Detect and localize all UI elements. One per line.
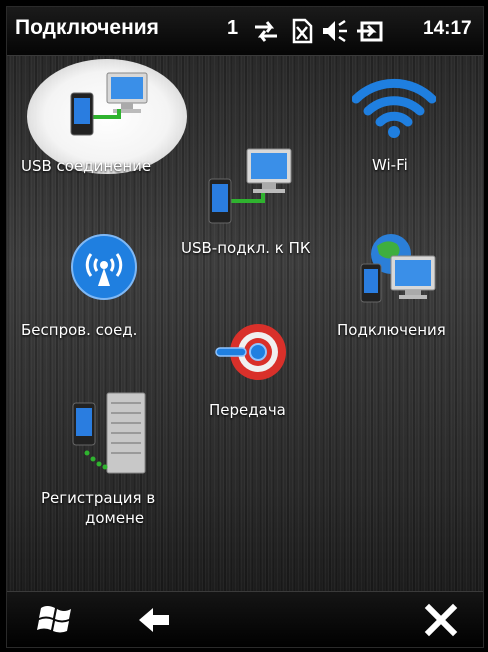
usb-connection-icon — [70, 72, 148, 136]
clock[interactable]: 14:17 — [423, 18, 472, 40]
back-arrow-icon — [139, 608, 169, 632]
tile-wifi[interactable]: Wi-Fi — [337, 67, 457, 177]
tile-label: Беспров. соед. — [21, 321, 138, 339]
tile-label: USB соединение — [21, 157, 152, 175]
tile-label: Wi-Fi — [372, 156, 408, 174]
tile-label-line1: Регистрация в — [41, 489, 156, 507]
tile-label: USB-подкл. к ПК — [181, 239, 311, 257]
back-button[interactable] — [125, 598, 185, 642]
tile-domain-enroll[interactable]: Регистрация в домене — [27, 387, 197, 537]
domain-enroll-icon — [72, 392, 146, 474]
beam-transfer-icon — [215, 324, 286, 380]
close-icon — [424, 603, 458, 637]
usb-to-pc-icon — [208, 148, 292, 224]
tile-label: Подключения — [337, 321, 446, 339]
status-title: Подключения — [15, 16, 159, 39]
start-windows-icon — [37, 606, 71, 633]
connections-icon — [360, 234, 436, 303]
data-transfer-icon[interactable] — [251, 17, 281, 45]
tile-wireless[interactable]: Беспров. соед. — [21, 227, 187, 347]
screen: Подключения 1 14:17 USB соединение Wi-Fi… — [6, 6, 484, 648]
tile-connections[interactable]: Подключения — [327, 227, 483, 347]
tile-label-line2: домене — [85, 509, 145, 527]
tile-beam[interactable]: Передача — [192, 307, 312, 427]
battery-charging-icon[interactable] — [355, 17, 385, 45]
wifi-icon — [352, 78, 436, 138]
tile-label: Передача — [209, 401, 286, 419]
tile-usb-to-pc[interactable]: USB-подкл. к ПК — [167, 147, 347, 267]
signal-indicator[interactable]: 1 — [227, 17, 238, 40]
bottom-bar — [7, 591, 483, 647]
status-bar: Подключения 1 14:17 — [7, 7, 483, 56]
no-sim-icon[interactable] — [287, 17, 315, 45]
wireless-icon — [71, 234, 137, 300]
volume-icon[interactable] — [319, 17, 349, 45]
close-button[interactable] — [415, 598, 475, 642]
start-button[interactable] — [27, 598, 87, 642]
